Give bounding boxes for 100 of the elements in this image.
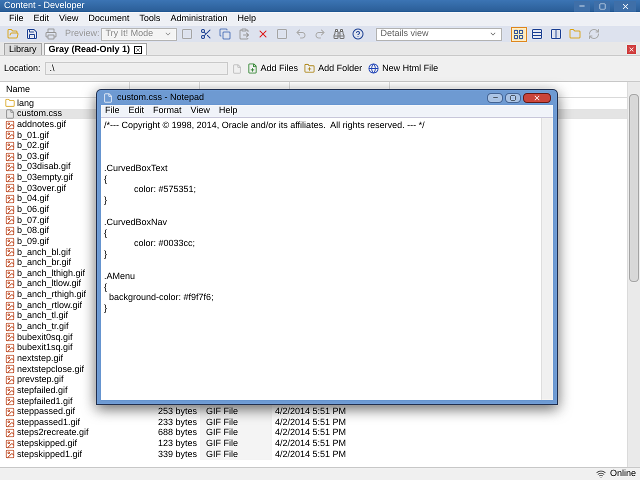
scrollbar[interactable]	[541, 118, 553, 400]
file-name: b_03disab.gif	[17, 161, 71, 174]
image-file-icon	[5, 183, 15, 194]
file-name: stepskipped1.gif	[17, 448, 82, 461]
file-name: custom.css	[17, 108, 62, 120]
close-button[interactable]	[614, 0, 636, 12]
square-icon	[180, 28, 193, 40]
file-name: b_anch_bl.gif	[17, 246, 71, 258]
file-name: b_03over.gif	[17, 182, 66, 194]
square-icon	[276, 28, 288, 40]
menu-item[interactable]: View	[59, 12, 78, 26]
file-size: 233 bytes	[158, 416, 197, 427]
tab[interactable]: Gray (Read-Only 1)	[44, 43, 148, 55]
file-name: bubexit0sq.gif	[17, 331, 73, 344]
file-row[interactable]: stepskipped.gif 123 bytes GIF File 4/2/2014 5:51 PM	[0, 438, 627, 450]
image-file-icon	[5, 258, 15, 268]
file-row[interactable]: steps2recreate.gif 688 bytes GIF File 4/2/2014 5:51 PM	[0, 428, 627, 438]
minimize-icon	[492, 94, 498, 101]
close-button[interactable]	[627, 45, 636, 54]
menu-item[interactable]: View	[190, 104, 210, 118]
menu-item[interactable]: File	[9, 12, 24, 26]
text-line: {	[104, 282, 108, 292]
maximize-button[interactable]	[505, 92, 521, 102]
printer-icon	[45, 28, 57, 40]
file-type: GIF File	[206, 426, 238, 440]
file-name: steps2recreate.gif	[17, 427, 89, 440]
image-file-icon	[5, 396, 15, 406]
file-date: 4/2/2014 5:51 PM	[275, 427, 346, 438]
text-line: }	[104, 249, 108, 260]
text-line: color: #575351;	[133, 184, 196, 196]
file-name: b_anch_lthigh.gif	[17, 267, 86, 280]
image-file-icon	[5, 204, 15, 215]
menu-item[interactable]: Administration	[170, 12, 228, 26]
caret-icon	[164, 30, 172, 38]
file-row[interactable]: steppassed1.gif 233 bytes GIF File 4/2/2014 5:51 PM	[0, 417, 627, 428]
file-name: b_anch_br.gif	[17, 257, 72, 270]
file-date: 4/2/2014 5:51 PM	[275, 448, 346, 459]
file-size: 688 bytes	[158, 427, 197, 438]
rows-icon	[530, 28, 543, 40]
scrollbar[interactable]	[627, 82, 640, 467]
file-name: b_anch_rthigh.gif	[17, 288, 86, 302]
menu-item[interactable]: Format	[153, 104, 182, 118]
file-name: stepfailed.gif	[17, 384, 68, 397]
folder-icon	[5, 98, 15, 108]
toolbar-button[interactable]: New Html File	[367, 62, 440, 76]
menu-item[interactable]: Document	[88, 12, 130, 26]
menu-item[interactable]: Edit	[128, 104, 144, 118]
paste-icon	[238, 28, 250, 40]
image-file-icon	[5, 279, 15, 290]
file-name: b_04.gif	[17, 193, 50, 206]
menu-item[interactable]: Help	[218, 104, 238, 118]
close-icon	[620, 2, 630, 10]
image-file-icon	[5, 406, 15, 417]
image-file-icon	[5, 172, 15, 183]
file-row[interactable]: steppassed.gif 253 bytes GIF File 4/2/2014 5:51 PM	[0, 406, 627, 418]
file-plus-icon	[246, 63, 258, 74]
text-line: background-color: #f9f7f6;	[108, 292, 214, 304]
file-name: prevstep.gif	[17, 374, 64, 386]
minimize-button[interactable]	[487, 92, 503, 102]
close-button[interactable]	[523, 92, 551, 102]
network-icon	[596, 469, 606, 479]
tab[interactable]: Library	[4, 43, 42, 55]
file-name: b_02.gif	[17, 140, 50, 152]
menu-item[interactable]: File	[105, 104, 120, 118]
menu-item[interactable]: Tools	[139, 12, 160, 26]
location-field[interactable]: .\	[44, 62, 228, 75]
file-icon	[5, 108, 15, 119]
refresh-icon	[588, 28, 600, 40]
text-line: .AMenu	[104, 270, 136, 282]
image-file-icon	[5, 130, 15, 140]
details-view-button[interactable]	[510, 26, 527, 42]
file-name: b_03empty.gif	[17, 171, 73, 184]
menu-item[interactable]: Edit	[34, 12, 50, 26]
image-file-icon	[5, 226, 15, 236]
minimize-button[interactable]	[574, 0, 590, 12]
text-line: .CurvedBoxNav	[104, 216, 168, 228]
file-name: lang	[17, 96, 34, 110]
view-dropdown[interactable]: Details view	[376, 28, 502, 40]
save-icon	[26, 28, 38, 40]
image-file-icon	[5, 140, 15, 151]
help-icon	[352, 28, 364, 40]
image-file-icon	[5, 311, 15, 322]
file-name: b_08.gif	[17, 225, 50, 238]
file-name: nextstepclose.gif	[17, 363, 84, 376]
file-name: b_03.gif	[17, 150, 50, 162]
file-name: stepskipped.gif	[17, 437, 78, 450]
text-line: }	[104, 303, 108, 314]
image-file-icon	[5, 247, 15, 258]
file-icon	[232, 64, 242, 74]
toolbar-button[interactable]: Add Folder	[303, 62, 364, 76]
window-title: Content - Developer	[4, 0, 85, 12]
image-file-icon	[5, 354, 15, 364]
toolbar-button[interactable]: Add Files	[246, 62, 300, 76]
maximize-icon	[510, 94, 516, 100]
image-file-icon	[5, 152, 15, 162]
file-row[interactable]: stepskipped1.gif 339 bytes GIF File 4/2/2014 5:51 PM	[0, 449, 627, 460]
status-text: Online	[610, 467, 636, 480]
copy-icon	[218, 28, 231, 40]
menu-item[interactable]: Help	[237, 12, 256, 26]
file-name: b_anch_tl.gif	[17, 310, 68, 322]
